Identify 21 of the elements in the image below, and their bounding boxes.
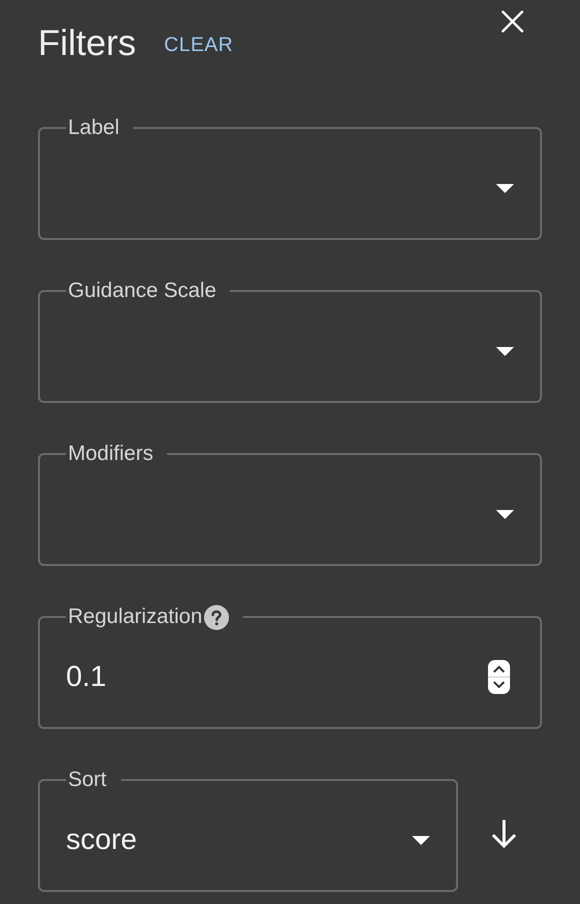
field-label: Label	[68, 116, 120, 140]
caret-icon[interactable]	[496, 510, 514, 518]
select-field[interactable]: Modifiers	[38, 442, 542, 566]
number-field[interactable]: Regularization 0.1	[38, 605, 542, 729]
close-icon[interactable]	[501, 10, 524, 33]
clear-button[interactable]: CLEAR	[164, 33, 234, 57]
select-field[interactable]: Sort score	[38, 768, 458, 892]
caret-icon[interactable]	[496, 346, 514, 356]
select-field[interactable]: Label	[38, 116, 542, 240]
select-field[interactable]: Guidance Scale	[38, 279, 542, 403]
panel-title: Filters	[38, 22, 136, 64]
field-label: Regularization	[68, 605, 202, 629]
field-value: score	[66, 824, 138, 856]
caret-icon[interactable]	[412, 836, 430, 844]
spinner-icon[interactable]	[488, 660, 510, 694]
field-label: Sort	[68, 768, 107, 792]
field-value: 0.1	[66, 660, 108, 694]
field-label: Guidance Scale	[68, 279, 216, 303]
field-label: Modifiers	[68, 442, 154, 466]
help-icon[interactable]	[204, 604, 230, 630]
caret-icon[interactable]	[496, 184, 514, 192]
